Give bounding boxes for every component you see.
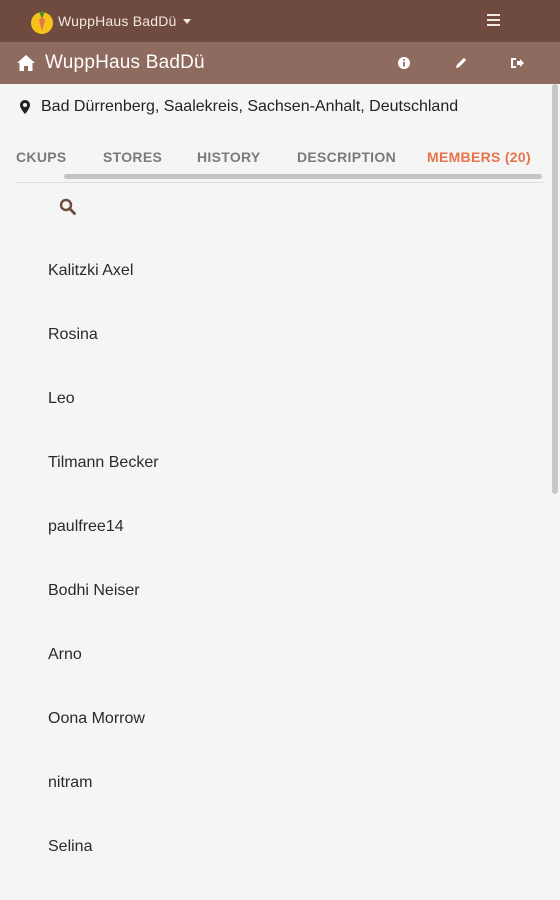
tabs-scrollbar[interactable] [64, 174, 542, 179]
tab-members[interactable]: MEMBERS (20) [427, 149, 531, 165]
brand-name: WuppHaus BadDü [58, 13, 177, 29]
list-item[interactable]: Bodhi Neiser [0, 559, 548, 623]
group-location: Bad Dürrenberg, Saalekreis, Sachsen-Anha… [20, 98, 458, 116]
list-item[interactable]: Selina [0, 815, 548, 879]
group-title: WuppHaus BadDü [45, 52, 205, 73]
map-pin-icon [20, 100, 30, 114]
carrot-logo-icon [31, 11, 53, 34]
list-item[interactable]: Tilmann Becker [0, 431, 548, 495]
chevron-down-icon [182, 18, 191, 24]
edit-pencil-icon[interactable] [453, 55, 469, 71]
tab-description[interactable]: DESCRIPTION [297, 149, 396, 165]
location-text: Bad Dürrenberg, Saalekreis, Sachsen-Anha… [41, 98, 459, 115]
brand-dropdown[interactable]: WuppHaus BadDü [30, 7, 191, 35]
leave-signout-icon[interactable] [509, 55, 525, 71]
hamburger-menu-icon[interactable] [487, 14, 500, 26]
list-item[interactable]: Leo [0, 367, 548, 431]
list-item[interactable]: Arno [0, 623, 548, 687]
tabs-divider [16, 182, 544, 183]
tab-history[interactable]: HISTORY [197, 149, 261, 165]
list-item[interactable]: paulfree14 [0, 495, 548, 559]
top-navbar: WuppHaus BadDü [0, 0, 560, 42]
info-icon[interactable] [396, 55, 412, 71]
members-list: Kalitzki Axel Rosina Leo Tilmann Becker … [0, 239, 548, 879]
group-header: WuppHaus BadDü [0, 42, 560, 84]
search-icon[interactable] [59, 198, 77, 216]
list-item[interactable]: Oona Morrow [0, 687, 548, 751]
page-scrollbar[interactable] [552, 84, 558, 494]
list-item[interactable]: Kalitzki Axel [0, 239, 548, 303]
tab-stores[interactable]: STORES [103, 149, 162, 165]
tab-pickups[interactable]: CKUPS [16, 149, 67, 165]
list-item[interactable]: Rosina [0, 303, 548, 367]
list-item[interactable]: nitram [0, 751, 548, 815]
home-icon[interactable] [16, 54, 36, 72]
